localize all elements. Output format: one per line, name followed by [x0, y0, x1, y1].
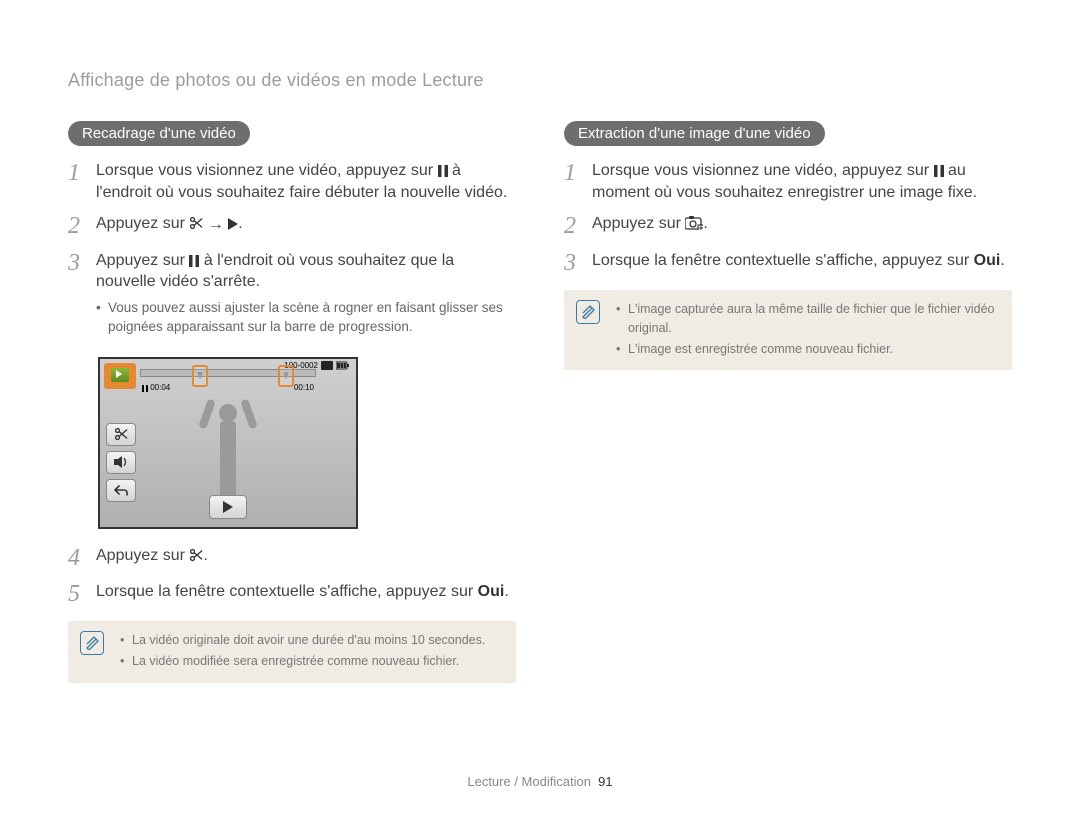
- page-footer: Lecture / Modification 91: [0, 774, 1080, 789]
- pause-icon: [438, 160, 448, 182]
- memory-icon: [321, 361, 333, 370]
- step-number: 5: [68, 581, 96, 607]
- text: Lorsque vous visionnez une vidéo, appuye…: [592, 162, 934, 179]
- step-1: 1 Lorsque vous visionnez une vidéo, appu…: [564, 160, 1012, 203]
- time-left: 00:04: [142, 383, 170, 392]
- note-box-left: La vidéo originale doit avoir une durée …: [68, 621, 516, 683]
- text: .: [703, 215, 707, 232]
- note-box-right: L'image capturée aura la même taille de …: [564, 290, 1012, 370]
- text: Appuyez sur: [592, 215, 685, 232]
- text: Appuyez sur: [96, 252, 189, 269]
- time-right: 00:10: [294, 383, 314, 392]
- scissors-icon: [189, 545, 203, 567]
- bold-text: Oui: [974, 252, 1001, 269]
- note-item: L'image est enregistrée comme nouveau fi…: [616, 340, 998, 359]
- step-1: 1 Lorsque vous visionnez une vidéo, appu…: [68, 160, 516, 203]
- text: .: [1000, 252, 1004, 269]
- text: Appuyez sur: [96, 547, 189, 564]
- arrow-icon: →: [208, 214, 224, 236]
- page-number: 91: [598, 774, 612, 789]
- note-item: La vidéo modifiée sera enregistrée comme…: [120, 652, 502, 671]
- note-item: La vidéo originale doit avoir une durée …: [120, 631, 502, 650]
- footer-section: Lecture / Modification: [467, 774, 591, 789]
- pause-icon: [189, 250, 199, 272]
- text: .: [203, 547, 207, 564]
- step-body: Appuyez sur .: [592, 213, 1012, 239]
- video-thumbnail-icon: [104, 363, 136, 389]
- scissors-button: [106, 423, 136, 446]
- step-number: 3: [564, 250, 592, 276]
- step-5: 5 Lorsque la fenêtre contextuelle s'affi…: [68, 581, 516, 607]
- note-item: L'image capturée aura la même taille de …: [616, 300, 998, 338]
- step-3: 3 Lorsque la fenêtre contextuelle s'affi…: [564, 250, 1012, 276]
- step-body: Appuyez sur à l'endroit où vous souhaite…: [96, 250, 516, 347]
- step-3: 3 Appuyez sur à l'endroit où vous souhai…: [68, 250, 516, 347]
- section-pill-left: Recadrage d'une vidéo: [68, 121, 250, 146]
- step-body: Lorsque la fenêtre contextuelle s'affich…: [592, 250, 1012, 276]
- note-icon: [576, 300, 600, 324]
- step-body: Lorsque vous visionnez une vidéo, appuye…: [96, 160, 516, 203]
- step-number: 2: [68, 213, 96, 239]
- text: .: [504, 583, 508, 600]
- step-number: 1: [68, 160, 96, 203]
- step-number: 3: [68, 250, 96, 347]
- step-2: 2 Appuyez sur → .: [68, 213, 516, 239]
- columns: Recadrage d'une vidéo 1 Lorsque vous vis…: [68, 121, 1012, 683]
- note-icon: [80, 631, 104, 655]
- step-body: Lorsque la fenêtre contextuelle s'affich…: [96, 581, 516, 607]
- page-header: Affichage de photos ou de vidéos en mode…: [68, 70, 1012, 91]
- trim-handle-right: [278, 365, 294, 387]
- text: Lorsque vous visionnez une vidéo, appuye…: [96, 162, 438, 179]
- text: Appuyez sur: [96, 215, 189, 232]
- left-column: Recadrage d'une vidéo 1 Lorsque vous vis…: [68, 121, 516, 683]
- volume-button: [106, 451, 136, 474]
- right-column: Extraction d'une image d'une vidéo 1 Lor…: [564, 121, 1012, 683]
- step-body: Appuyez sur → .: [96, 213, 516, 239]
- bullet: Vous pouvez aussi ajuster la scène à rog…: [96, 299, 516, 337]
- side-buttons: [106, 423, 136, 502]
- page: Affichage de photos ou de vidéos en mode…: [0, 0, 1080, 713]
- scissors-icon: [189, 213, 203, 235]
- battery-icon: [336, 361, 350, 370]
- text: .: [238, 215, 242, 232]
- play-button: [209, 495, 247, 519]
- step-2: 2 Appuyez sur .: [564, 213, 1012, 239]
- pause-icon: [934, 160, 944, 182]
- step-number: 4: [68, 545, 96, 571]
- capture-icon: [685, 213, 703, 235]
- video-trim-screenshot: 100-0002 00:04 00:10: [98, 357, 358, 529]
- section-pill-right: Extraction d'une image d'une vidéo: [564, 121, 825, 146]
- step-number: 1: [564, 160, 592, 203]
- step-4: 4 Appuyez sur .: [68, 545, 516, 571]
- play-icon: [228, 213, 238, 235]
- text: Lorsque la fenêtre contextuelle s'affich…: [592, 252, 974, 269]
- trim-handle-left: [192, 365, 208, 387]
- bold-text: Oui: [478, 583, 505, 600]
- step-number: 2: [564, 213, 592, 239]
- sub-bullets: Vous pouvez aussi ajuster la scène à rog…: [96, 299, 516, 337]
- step-body: Appuyez sur .: [96, 545, 516, 571]
- text: Lorsque la fenêtre contextuelle s'affich…: [96, 583, 478, 600]
- back-button: [106, 479, 136, 502]
- step-body: Lorsque vous visionnez une vidéo, appuye…: [592, 160, 1012, 203]
